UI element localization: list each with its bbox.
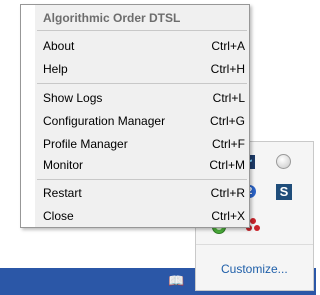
circle-icon[interactable] <box>276 154 291 169</box>
menu-item-label: Configuration Manager <box>43 114 166 128</box>
menu-item-profile-manager[interactable]: Profile Manager Ctrl+F <box>23 133 247 155</box>
menu-item-label: Monitor <box>43 158 84 172</box>
menu-item-shortcut: Ctrl+A <box>211 39 245 53</box>
menu-item-shortcut: Ctrl+L <box>212 91 245 105</box>
menu-separator <box>37 30 247 31</box>
menu-separator <box>37 83 247 84</box>
menu-item-label: Restart <box>43 186 82 200</box>
menu-item-about[interactable]: About Ctrl+A <box>23 35 247 57</box>
menu-item-shortcut: Ctrl+R <box>210 186 245 200</box>
menu-item-label: Show Logs <box>43 91 103 105</box>
menu-item-shortcut: Ctrl+F <box>212 137 245 151</box>
menu-item-label: About <box>43 39 75 53</box>
menu-item-shortcut: Ctrl+X <box>211 209 245 223</box>
context-menu: Algorithmic Order DTSL About Ctrl+A Help… <box>20 4 250 228</box>
menu-item-show-logs[interactable]: Show Logs Ctrl+L <box>23 87 247 109</box>
menu-item-shortcut: Ctrl+H <box>210 62 245 76</box>
menu-item-shortcut: Ctrl+G <box>209 114 245 128</box>
menu-separator <box>37 179 247 180</box>
menu-item-label: Help <box>43 62 68 76</box>
s-app-icon[interactable]: S <box>276 184 292 200</box>
book-icon[interactable]: 📖 <box>168 274 184 288</box>
menu-header: Algorithmic Order DTSL <box>43 11 181 25</box>
menu-item-configuration-manager[interactable]: Configuration Manager Ctrl+G <box>23 110 247 132</box>
menu-item-restart[interactable]: Restart Ctrl+R <box>23 182 247 204</box>
menu-item-close[interactable]: Close Ctrl+X <box>23 205 247 227</box>
flyout-divider <box>196 244 313 245</box>
menu-item-shortcut: Ctrl+M <box>209 158 245 172</box>
menu-item-label: Profile Manager <box>43 137 128 151</box>
customize-link[interactable]: Customize... <box>221 262 288 276</box>
menu-item-help[interactable]: Help Ctrl+H <box>23 58 247 80</box>
menu-item-monitor[interactable]: Monitor Ctrl+M <box>23 154 247 176</box>
menu-item-label: Close <box>43 209 74 223</box>
